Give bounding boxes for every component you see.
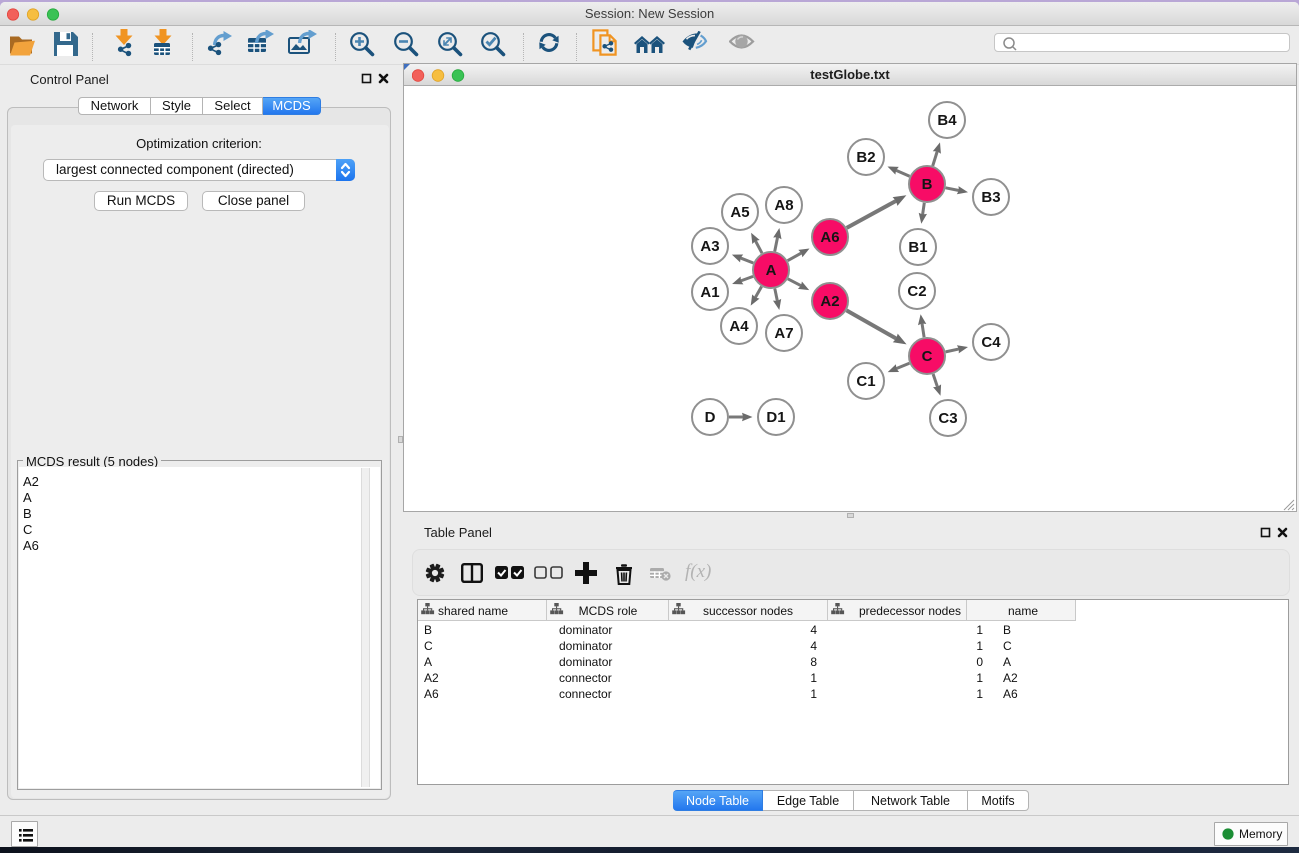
svg-text:A: A	[766, 262, 777, 279]
svg-text:B3: B3	[981, 189, 1000, 206]
svg-text:C2: C2	[907, 283, 926, 300]
svg-text:D1: D1	[766, 409, 785, 426]
svg-text:C: C	[922, 348, 933, 365]
svg-text:A2: A2	[820, 293, 839, 310]
svg-text:B4: B4	[937, 112, 957, 129]
svg-text:B: B	[922, 176, 933, 193]
svg-text:A7: A7	[774, 325, 793, 342]
svg-text:A3: A3	[700, 238, 719, 255]
svg-text:B2: B2	[856, 149, 875, 166]
svg-text:D: D	[705, 409, 716, 426]
svg-text:A5: A5	[730, 204, 749, 221]
svg-text:C1: C1	[856, 373, 875, 390]
svg-text:A6: A6	[820, 229, 839, 246]
svg-text:A8: A8	[774, 197, 793, 214]
svg-text:A1: A1	[700, 284, 719, 301]
svg-text:C4: C4	[981, 334, 1001, 351]
svg-text:B1: B1	[908, 239, 927, 256]
svg-text:A4: A4	[729, 318, 749, 335]
svg-text:C3: C3	[938, 410, 957, 427]
